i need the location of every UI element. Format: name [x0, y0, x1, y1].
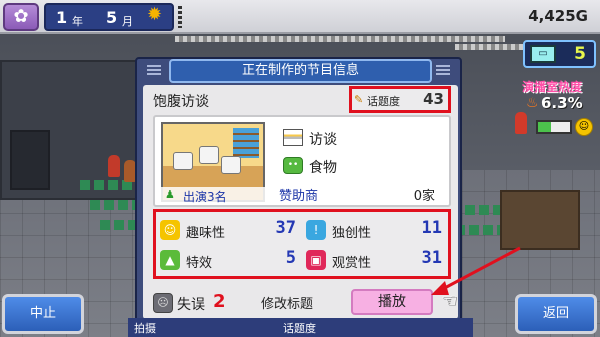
staff-character: [108, 155, 120, 177]
panel-body: 饱腹访谈 ✎ 话题度 43 ♟ 出演3名 访谈 •• 食物 赞助商 0家 ☺ 趣…: [143, 85, 458, 319]
sponsor-value: 0家: [413, 189, 435, 204]
genre-icon: [283, 129, 303, 146]
sun-icon: ✹: [147, 4, 163, 25]
staff-character: [515, 112, 527, 134]
tv-counter[interactable]: ▭ 5: [523, 40, 596, 68]
grip-icon: [147, 65, 161, 77]
control-desk: [500, 190, 580, 250]
topic-label: 话题度: [367, 95, 400, 108]
year-number: 1: [56, 8, 68, 27]
rename-title-button[interactable]: 修改标题: [261, 293, 313, 312]
grip-icon: [436, 65, 450, 77]
year-unit: 年: [72, 15, 83, 28]
battery-icon: [536, 120, 572, 134]
top-status-bar: ✿ 1 年 5 月 ✹ 4,425G: [0, 0, 600, 34]
lighting-truss: [175, 36, 505, 42]
chat-icon: ••: [283, 157, 303, 174]
sofa-prop: [221, 156, 241, 174]
strip-right-label: 话题度: [283, 322, 316, 335]
cast-label: 出演3名: [183, 190, 227, 204]
stat-originality: ! 独创性 11: [306, 218, 446, 246]
topic-highlight-box: ✎ 话题度 43: [349, 86, 451, 113]
panel-title: 正在制作的节目信息: [169, 59, 432, 83]
stat-fun: ☺ 趣味性 37: [160, 218, 300, 246]
back-button[interactable]: 返回: [515, 294, 597, 334]
sponsor-label: 赞助商: [279, 189, 319, 204]
annotation-arrow: [431, 246, 521, 295]
topic-value: 43: [423, 90, 444, 108]
studio-heat-value: 6.3%: [541, 94, 583, 112]
mistake-value: 2: [213, 291, 226, 312]
stats-highlight-box: ☺ 趣味性 37 ! 独创性 11 ▲ 特效 5 ▣ 观赏性 31: [153, 209, 451, 279]
program-info-panel: 正在制作的节目信息 饱腹访谈 ✎ 话题度 43 ♟ 出演3名 访谈 •• 食物 …: [135, 57, 462, 323]
stat-value: 5: [285, 248, 296, 268]
tv-count-value: 5: [574, 44, 586, 64]
mistake-label: 失误: [177, 297, 205, 313]
month-unit: 月: [122, 15, 133, 28]
sofa-prop: [199, 146, 219, 164]
month-number: 5: [106, 8, 118, 27]
flower-icon[interactable]: ✿: [3, 3, 39, 31]
stat-value: 11: [421, 218, 442, 238]
stat-label: 趣味性: [186, 226, 226, 241]
tv-icon: ▣: [306, 250, 326, 270]
stat-value: 37: [275, 218, 296, 238]
audience-seats: [455, 225, 505, 235]
divider: [178, 6, 182, 28]
strip-left-label: 拍摄: [134, 322, 156, 335]
subgenre-label: 食物: [309, 160, 337, 176]
play-button[interactable]: 播放: [351, 289, 433, 315]
bookshelf-prop: [233, 128, 259, 158]
studio-heat-label: 演播室热度: [522, 80, 583, 94]
cast-count: ♟ 出演3名: [161, 187, 265, 204]
stat-label: 特效: [186, 256, 213, 271]
stat-label: 观赏性: [332, 256, 372, 271]
tv-icon: ▭: [530, 45, 556, 63]
smile-icon: ☺: [575, 118, 593, 136]
mistake-icon: ☹: [153, 293, 173, 313]
pencil-icon: ✎: [354, 93, 364, 106]
pointer-hand-icon: ☜: [441, 290, 458, 311]
smile-icon: ☺: [160, 220, 180, 240]
money-display: 4,425G: [528, 7, 588, 25]
sofa-prop: [173, 152, 193, 170]
show-title: 饱腹访谈: [153, 94, 209, 110]
stat-effects: ▲ 特效 5: [160, 248, 300, 276]
bottom-info-strip: 拍摄 话题度: [128, 318, 473, 337]
genre-label: 访谈: [309, 132, 337, 148]
studio-door: [10, 130, 50, 190]
person-icon: ♟: [165, 188, 175, 201]
program-info-card: ♟ 出演3名 访谈 •• 食物 赞助商 0家: [153, 115, 451, 207]
stat-label: 独创性: [332, 226, 372, 241]
stop-button[interactable]: 中止: [2, 294, 84, 334]
tree-icon: ▲: [160, 250, 180, 270]
lightbulb-icon: !: [306, 220, 326, 240]
flame-icon: ♨: [526, 95, 539, 111]
